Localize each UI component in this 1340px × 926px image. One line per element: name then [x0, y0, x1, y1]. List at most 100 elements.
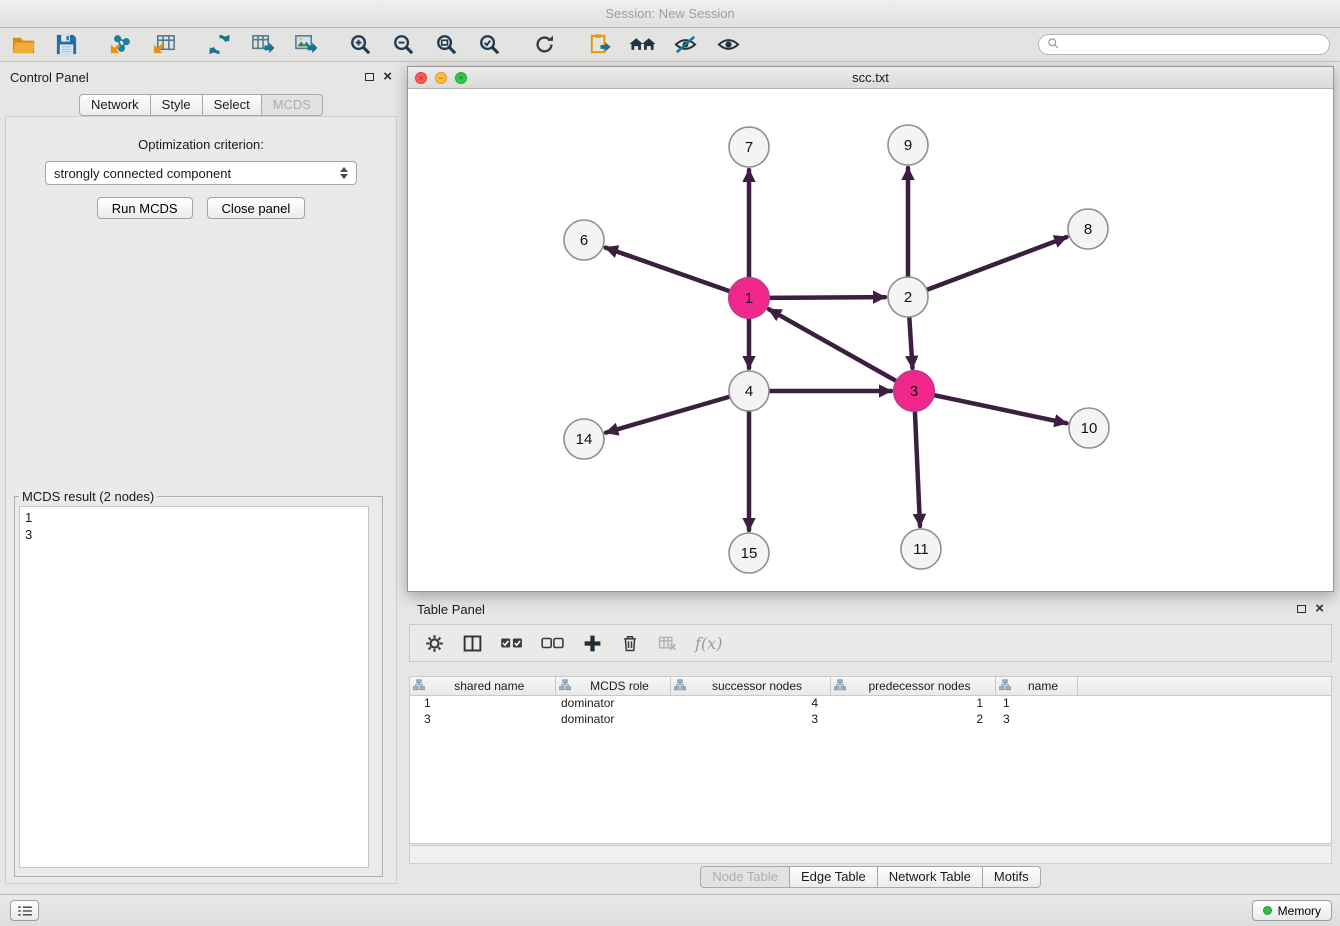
close-window-button[interactable]: × [415, 72, 427, 84]
graph-node-label: 1 [745, 290, 753, 307]
zoom-window-button[interactable]: + [455, 72, 467, 84]
graph-edge-1-6[interactable] [606, 248, 730, 292]
tab-mcds[interactable]: MCDS [261, 94, 323, 116]
graph-node-label: 15 [741, 545, 758, 562]
close-table-panel-icon[interactable]: × [1315, 604, 1324, 614]
memory-label: Memory [1278, 904, 1321, 918]
tab-network-table[interactable]: Network Table [877, 866, 983, 888]
deselect-all-icon[interactable] [541, 634, 565, 652]
graph-node-label: 7 [745, 139, 753, 156]
import-network-icon[interactable] [108, 31, 135, 58]
style-toggle-icon[interactable] [672, 31, 699, 58]
graph-edge-3-11[interactable] [915, 411, 920, 526]
network-graph[interactable]: 7968124314101511 [408, 89, 1333, 591]
copy-view-icon[interactable] [586, 31, 613, 58]
mcds-result-title: MCDS result (2 nodes) [19, 489, 157, 504]
node-table-header-row: shared nameMCDS rolesuccessor nodesprede… [410, 677, 1331, 695]
tab-edge-table[interactable]: Edge Table [789, 866, 878, 888]
network-view-window: × − + scc.txt 7968124314101511 [407, 66, 1334, 592]
graph-node-label: 2 [904, 289, 912, 306]
column-header[interactable]: shared name [410, 677, 555, 695]
search-input[interactable] [1065, 38, 1321, 52]
horizontal-scrollbar[interactable] [409, 845, 1332, 864]
column-header-filler [1077, 677, 1331, 695]
network-window-title: scc.txt [852, 70, 889, 85]
graph-edge-1-2[interactable] [769, 297, 885, 298]
open-file-icon[interactable] [10, 31, 37, 58]
graph-node-label: 8 [1084, 221, 1092, 238]
tab-motifs[interactable]: Motifs [982, 866, 1041, 888]
select-stepper-icon [340, 167, 348, 179]
node-table-body: 1dominator4113dominator323 [410, 695, 1331, 727]
search-icon [1047, 37, 1060, 53]
graph-edge-2-3[interactable] [909, 317, 912, 368]
close-panel-button[interactable]: Close panel [207, 197, 306, 219]
mcds-result-list: 13 [19, 506, 369, 868]
task-history-button[interactable] [10, 900, 39, 921]
graph-node-label: 9 [904, 137, 912, 154]
graph-edge-4-14[interactable] [606, 397, 730, 433]
zoom-selected-icon[interactable] [476, 31, 503, 58]
homes-icon[interactable] [629, 31, 656, 58]
control-panel-header: Control Panel × [0, 64, 402, 90]
table-toolbar: f(x) [409, 624, 1332, 662]
new-network-icon[interactable] [206, 31, 233, 58]
mcds-result-box: MCDS result (2 nodes) 13 [14, 489, 383, 877]
add-column-icon[interactable] [582, 633, 603, 654]
export-table-icon[interactable] [249, 31, 276, 58]
export-image-icon[interactable] [292, 31, 319, 58]
control-panel: Control Panel × NetworkStyleSelectMCDS O… [0, 64, 402, 890]
window-title: Session: New Session [605, 6, 734, 21]
close-panel-icon[interactable]: × [383, 72, 392, 82]
mcds-panel: Optimization criterion: strongly connect… [5, 116, 397, 884]
status-bar: Memory [0, 894, 1340, 926]
memory-button[interactable]: Memory [1252, 900, 1332, 921]
mcds-result-line: 3 [25, 526, 363, 543]
refresh-layout-icon[interactable] [531, 31, 558, 58]
float-panel-icon[interactable] [365, 73, 374, 81]
graph-node-label: 4 [745, 383, 753, 400]
network-window-titlebar[interactable]: × − + scc.txt [408, 67, 1333, 89]
import-table-icon[interactable] [151, 31, 178, 58]
graph-edge-3-1[interactable] [769, 309, 897, 381]
graph-node-label: 6 [580, 232, 588, 249]
main-toolbar [0, 28, 1340, 62]
select-all-icon[interactable] [500, 634, 524, 652]
gear-icon[interactable] [424, 633, 445, 654]
graph-node-label: 11 [913, 541, 929, 558]
zoom-fit-icon[interactable] [433, 31, 460, 58]
zoom-in-icon[interactable] [347, 31, 374, 58]
column-header[interactable]: name [995, 677, 1077, 695]
run-mcds-button[interactable]: Run MCDS [97, 197, 193, 219]
graph-edge-2-8[interactable] [927, 237, 1067, 290]
column-header[interactable]: MCDS role [555, 677, 670, 695]
delete-column-icon[interactable] [620, 633, 640, 653]
zoom-out-icon[interactable] [390, 31, 417, 58]
sort-icon [674, 679, 686, 694]
column-header[interactable]: successor nodes [670, 677, 830, 695]
tab-select[interactable]: Select [202, 94, 262, 116]
column-header[interactable]: predecessor nodes [830, 677, 995, 695]
table-panel: Table Panel × f(x) shared nameMCDS roles… [407, 596, 1334, 888]
search-field[interactable] [1038, 34, 1330, 55]
criterion-select[interactable]: strongly connected component [45, 161, 357, 185]
columns-icon[interactable] [462, 633, 483, 654]
minimize-window-button[interactable]: − [435, 72, 447, 84]
float-table-panel-icon[interactable] [1297, 605, 1306, 613]
node-table: shared nameMCDS rolesuccessor nodesprede… [409, 676, 1332, 844]
tab-network[interactable]: Network [79, 94, 151, 116]
control-panel-tabs: NetworkStyleSelectMCDS [0, 94, 402, 116]
graph-node-label: 3 [910, 383, 918, 400]
graph-edge-3-10[interactable] [934, 395, 1067, 423]
sort-icon [559, 679, 571, 694]
tab-style[interactable]: Style [150, 94, 203, 116]
function-builder-icon[interactable]: f(x) [695, 634, 722, 653]
delete-table-icon[interactable] [657, 633, 678, 654]
graph-node-label: 14 [576, 431, 593, 448]
table-row[interactable]: 3dominator323 [410, 711, 1331, 727]
table-panel-header: Table Panel × [407, 596, 1334, 622]
eye-icon[interactable] [715, 31, 742, 58]
tab-node-table[interactable]: Node Table [700, 866, 790, 888]
save-session-icon[interactable] [53, 31, 80, 58]
table-row[interactable]: 1dominator411 [410, 695, 1331, 711]
